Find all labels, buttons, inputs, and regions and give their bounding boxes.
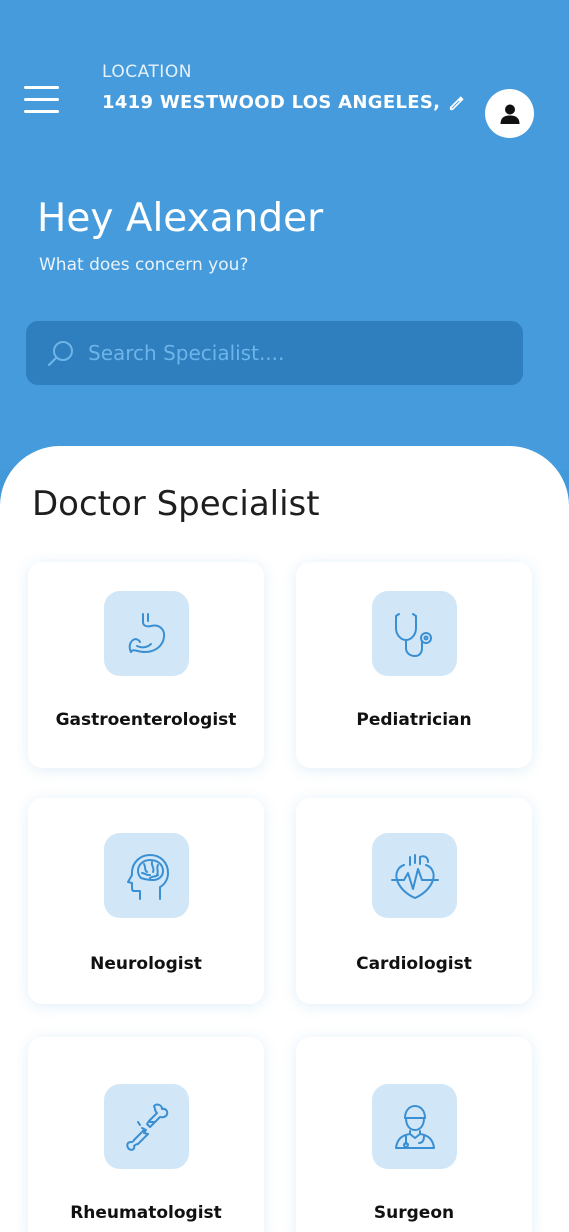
location-value: 1419 WESTWOOD LOS ANGELES, bbox=[102, 92, 441, 113]
specialist-icon-tile bbox=[104, 591, 189, 676]
pencil-edit-icon[interactable] bbox=[448, 94, 466, 112]
section-title: Doctor Specialist bbox=[32, 484, 320, 524]
brain-head-icon bbox=[126, 853, 169, 900]
specialist-card-neurologist[interactable]: Neurologist bbox=[28, 798, 264, 1004]
specialist-label: Gastroenterologist bbox=[55, 710, 237, 730]
specialist-icon-tile bbox=[104, 1084, 189, 1169]
specialist-label: Neurologist bbox=[90, 954, 202, 974]
specialist-label: Surgeon bbox=[373, 1203, 455, 1223]
specialist-card-cardiologist[interactable]: Cardiologist bbox=[296, 798, 532, 1004]
heart-icon bbox=[390, 853, 439, 899]
specialist-label: Rheumatologist bbox=[70, 1203, 222, 1223]
specialist-card-surgeon[interactable]: Surgeon bbox=[296, 1037, 532, 1232]
user-icon bbox=[500, 104, 519, 124]
broken-bone-icon bbox=[125, 1103, 168, 1151]
stomach-icon bbox=[128, 612, 165, 653]
specialist-card-rheumatologist[interactable]: Rheumatologist bbox=[28, 1037, 264, 1232]
search-input[interactable]: Search Specialist.... bbox=[26, 321, 523, 385]
location-row[interactable]: 1419 WESTWOOD LOS ANGELES, bbox=[102, 92, 466, 113]
specialist-label: Pediatrician bbox=[356, 710, 472, 730]
stethoscope-icon bbox=[394, 612, 432, 657]
specialist-card-gastroenterologist[interactable]: Gastroenterologist bbox=[28, 562, 264, 768]
search-icon bbox=[47, 341, 73, 367]
hamburger-menu-button[interactable] bbox=[24, 84, 60, 116]
specialist-icon-tile bbox=[372, 591, 457, 676]
specialist-icon-tile bbox=[372, 1084, 457, 1169]
location-label: LOCATION bbox=[102, 62, 192, 82]
specialist-icon-tile bbox=[104, 833, 189, 918]
specialist-label: Cardiologist bbox=[356, 954, 472, 974]
specialist-icon-tile bbox=[372, 833, 457, 918]
greeting-subtitle: What does concern you? bbox=[39, 255, 249, 275]
greeting-title: Hey Alexander bbox=[37, 196, 324, 241]
search-placeholder: Search Specialist.... bbox=[88, 341, 285, 365]
profile-avatar-button[interactable] bbox=[485, 89, 534, 138]
specialist-card-pediatrician[interactable]: Pediatrician bbox=[296, 562, 532, 768]
doctor-icon bbox=[394, 1104, 435, 1149]
